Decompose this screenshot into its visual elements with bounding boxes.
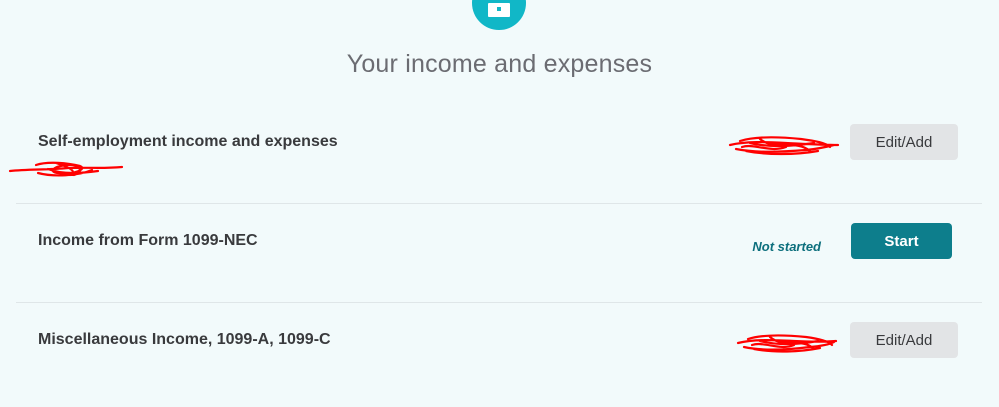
income-list: Self-employment income and expenses Edit… bbox=[8, 105, 982, 401]
edit-add-button[interactable]: Edit/Add bbox=[850, 124, 958, 160]
briefcase-icon bbox=[472, 0, 526, 30]
edit-add-button[interactable]: Edit/Add bbox=[850, 322, 958, 358]
redaction-scribble bbox=[8, 161, 124, 177]
row-label: Miscellaneous Income, 1099-A, 1099-C bbox=[38, 331, 331, 348]
row-label: Self-employment income and expenses bbox=[38, 133, 338, 150]
redaction-scribble bbox=[728, 136, 840, 156]
start-button[interactable]: Start bbox=[851, 223, 952, 259]
redaction-scribble bbox=[736, 334, 838, 353]
status-badge: Not started bbox=[752, 239, 821, 254]
list-item-self-employment: Self-employment income and expenses Edit… bbox=[8, 105, 982, 204]
page-title: Your income and expenses bbox=[346, 50, 653, 78]
row-label: Income from Form 1099-NEC bbox=[38, 232, 258, 249]
list-item-miscellaneous: Miscellaneous Income, 1099-A, 1099-C Edi… bbox=[16, 303, 982, 401]
list-item-1099-nec: Income from Form 1099-NEC Not started St… bbox=[16, 204, 982, 303]
